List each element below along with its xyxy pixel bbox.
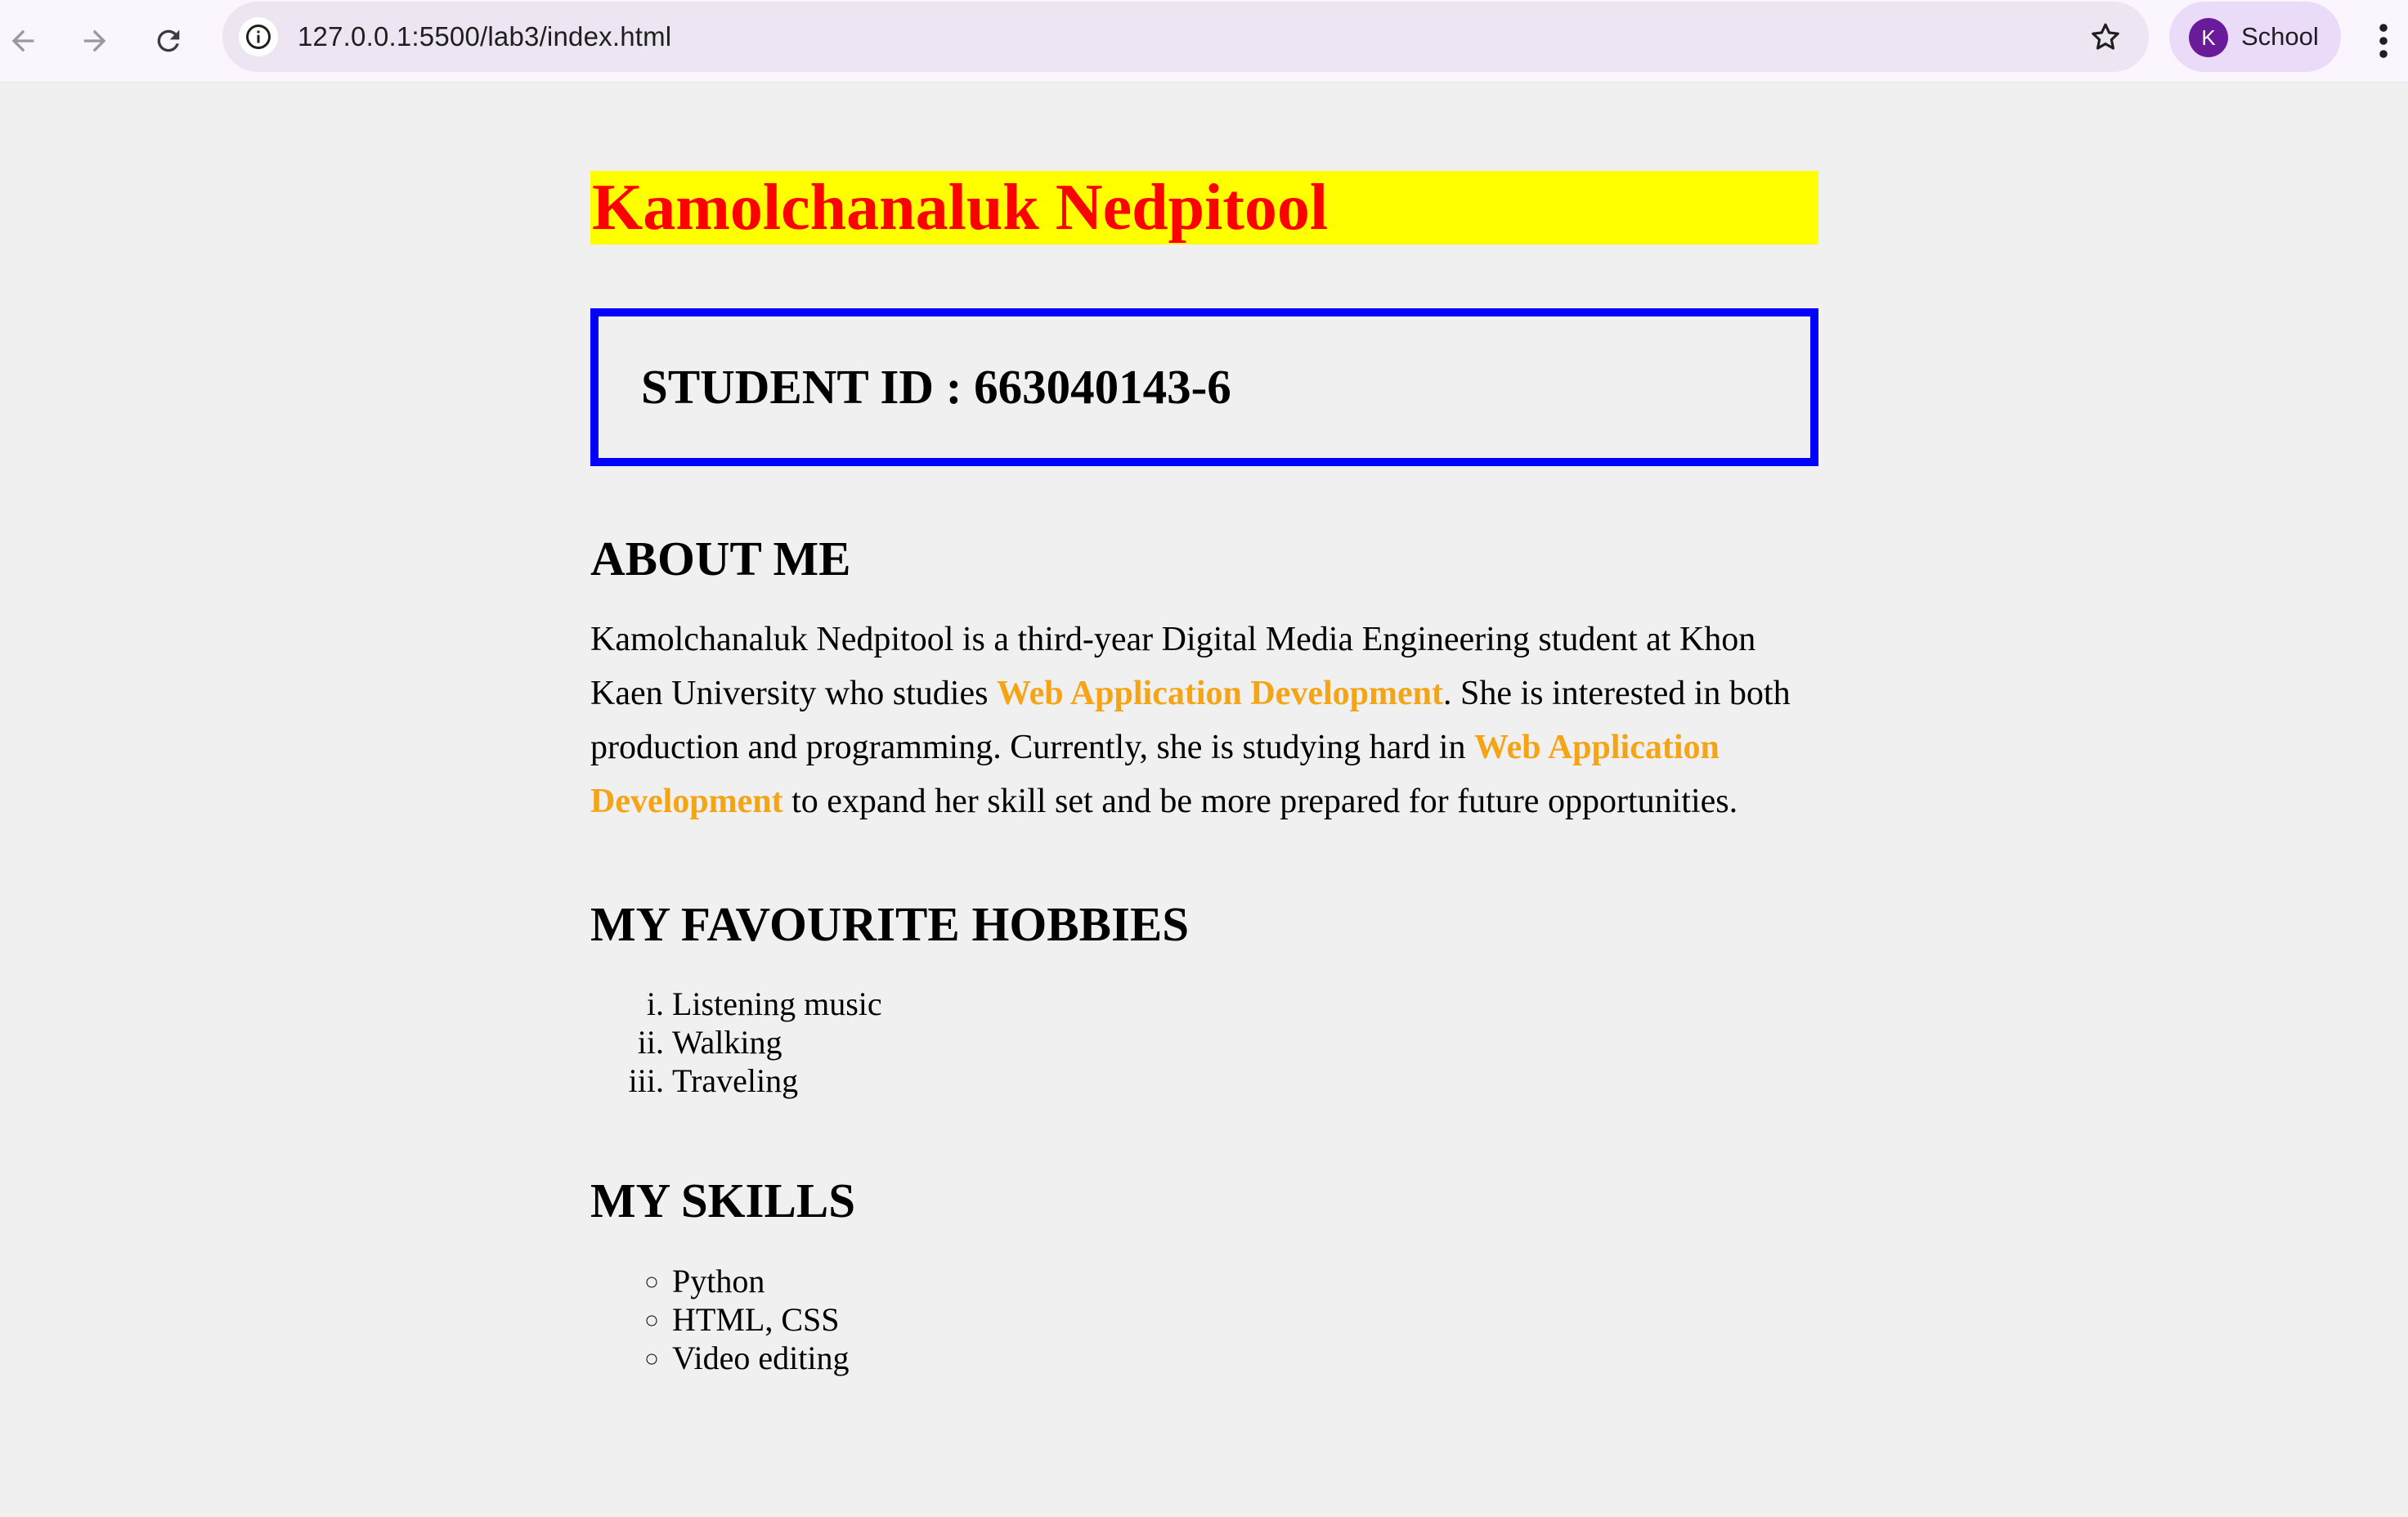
star-icon: [2092, 23, 2119, 50]
student-id: STUDENT ID : 663040143-6: [641, 360, 1231, 414]
student-id-box: STUDENT ID : 663040143-6: [590, 308, 1818, 466]
arrow-right-icon: [83, 29, 106, 52]
bookmark-button[interactable]: [2087, 18, 2124, 56]
highlight-web-app-dev-1: Web Application Development: [996, 674, 1443, 712]
skills-heading: MY SKILLS: [590, 1173, 856, 1228]
hobbies-list: Listening music Walking Traveling: [590, 985, 1818, 1100]
about-heading: ABOUT ME: [590, 532, 851, 586]
forward-button[interactable]: [72, 18, 118, 64]
site-info-button[interactable]: [239, 17, 278, 56]
back-button[interactable]: [0, 18, 46, 64]
url-text[interactable]: 127.0.0.1:5500/lab3/index.html: [298, 2, 671, 72]
browser-toolbar: 127.0.0.1:5500/lab3/index.html K School: [0, 0, 2408, 83]
page-title: Kamolchanaluk Nedpitool: [590, 171, 1818, 245]
page-content: Kamolchanaluk Nedpitool STUDENT ID : 663…: [590, 83, 1818, 1377]
list-item: Traveling: [672, 1061, 1818, 1100]
profile-button[interactable]: K School: [2169, 2, 2341, 72]
reload-button[interactable]: [146, 18, 191, 64]
reload-icon: [157, 29, 180, 52]
browser-menu-button[interactable]: [2367, 18, 2400, 64]
list-item: Listening music: [672, 985, 1818, 1023]
list-item: Walking: [672, 1023, 1818, 1061]
list-item: HTML, CSS: [672, 1300, 1818, 1339]
skills-list: Python HTML, CSS Video editing: [590, 1262, 1818, 1377]
info-icon: [246, 25, 271, 49]
hobbies-heading: MY FAVOURITE HOBBIES: [590, 896, 1190, 951]
list-item: Video editing: [672, 1339, 1818, 1377]
arrow-left-icon: [11, 29, 34, 52]
about-paragraph: Kamolchanaluk Nedpitool is a third-year …: [590, 613, 1818, 828]
about-text-3: to expand her skill set and be more prep…: [782, 782, 1738, 820]
address-bar[interactable]: 127.0.0.1:5500/lab3/index.html: [222, 2, 2149, 72]
list-item: Python: [672, 1262, 1818, 1300]
profile-label: School: [2241, 22, 2319, 51]
avatar: K: [2189, 18, 2228, 57]
kebab-menu-icon: [2379, 24, 2388, 58]
